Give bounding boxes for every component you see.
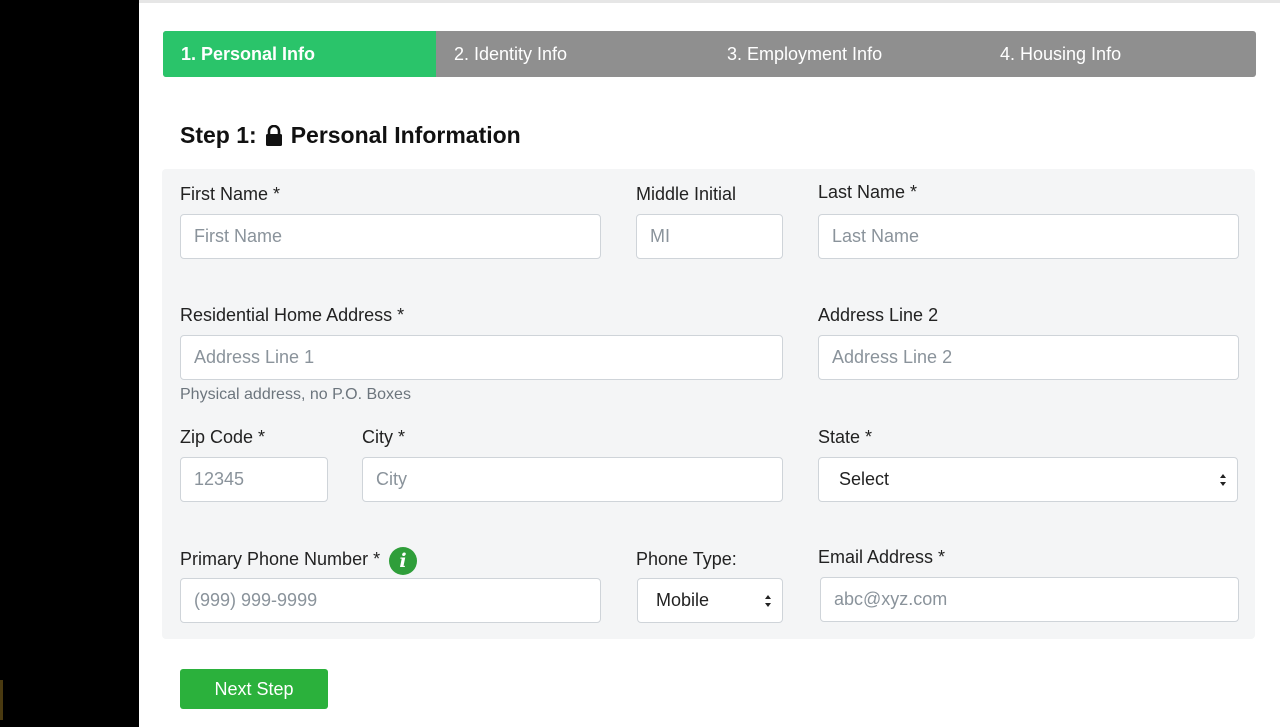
- select-arrows-icon: [765, 594, 771, 607]
- phone-label: Primary Phone Number *: [180, 549, 381, 569]
- lock-icon: [265, 124, 282, 146]
- step-personal-info[interactable]: 1. Personal Info: [163, 31, 436, 77]
- phone-type-selected-value: Mobile: [656, 590, 710, 610]
- step-identity-info[interactable]: 2. Identity Info: [436, 31, 709, 77]
- email-label: Email Address *: [818, 547, 946, 567]
- first-name-label: First Name *: [180, 184, 281, 204]
- phone-type-select[interactable]: Mobile: [637, 578, 783, 623]
- middle-initial-label: Middle Initial: [636, 184, 737, 204]
- last-name-input[interactable]: [818, 214, 1239, 259]
- progress-stepper: 1. Personal Info 2. Identity Info 3. Emp…: [163, 31, 1256, 77]
- info-icon[interactable]: i: [389, 547, 417, 575]
- address-line1-label: Residential Home Address *: [180, 305, 405, 325]
- email-input[interactable]: [820, 577, 1239, 622]
- select-arrows-icon: [1220, 473, 1226, 486]
- zip-code-label: Zip Code *: [180, 427, 266, 447]
- address-help-text: Physical address, no P.O. Boxes: [180, 386, 411, 403]
- city-input[interactable]: [362, 457, 783, 502]
- section-title: Personal Information: [290, 122, 521, 148]
- phone-type-label: Phone Type:: [636, 549, 737, 569]
- state-select[interactable]: Select: [818, 457, 1238, 502]
- last-name-label: Last Name *: [818, 182, 918, 202]
- address-line2-input[interactable]: [818, 335, 1239, 380]
- first-name-input[interactable]: [180, 214, 601, 259]
- state-selected-value: Select: [839, 469, 890, 489]
- phone-input[interactable]: [180, 578, 601, 623]
- address-line2-label: Address Line 2: [818, 305, 939, 325]
- next-step-button[interactable]: Next Step: [180, 669, 328, 709]
- zip-code-input[interactable]: [180, 457, 328, 502]
- address-line1-input[interactable]: [180, 335, 783, 380]
- background-edge: [0, 680, 3, 720]
- step-prefix: Step 1:: [180, 122, 257, 148]
- middle-initial-input[interactable]: [636, 214, 783, 259]
- state-label: State *: [818, 427, 873, 447]
- page-title: Step 1: Personal Information: [180, 122, 521, 149]
- step-housing-info[interactable]: 4. Housing Info: [982, 31, 1255, 77]
- step-employment-info[interactable]: 3. Employment Info: [709, 31, 982, 77]
- top-divider: [139, 0, 1280, 3]
- city-label: City *: [362, 427, 406, 447]
